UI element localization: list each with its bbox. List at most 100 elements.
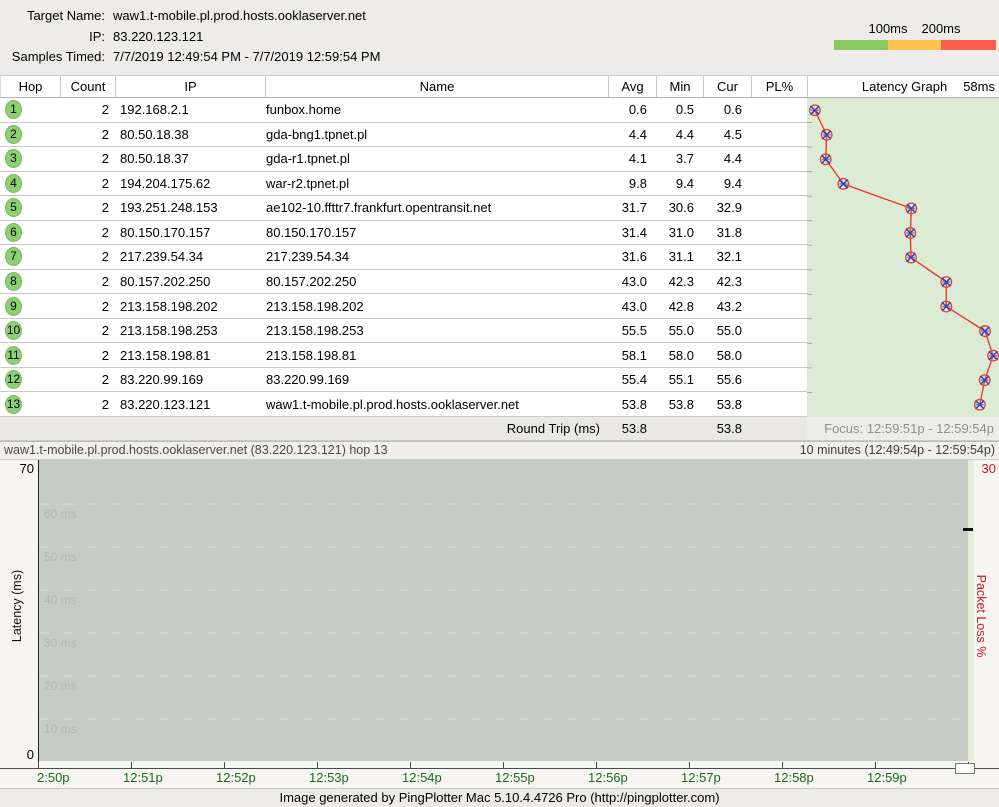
time-tick-label: 12:59p — [867, 770, 907, 785]
hop-row[interactable]: 3280.50.18.37gda-r1.tpnet.pl4.13.74.4 — [0, 147, 807, 172]
time-scroll-thumb[interactable] — [955, 763, 975, 774]
count-cell: 2 — [60, 127, 115, 142]
trace-table-body: 12192.168.2.1funbox.home0.60.50.62280.50… — [0, 98, 807, 417]
column-header-hop: Hop — [0, 76, 60, 97]
time-tick — [131, 762, 132, 768]
column-header-count: Count — [60, 76, 115, 97]
hop-number-badge: 9 — [5, 297, 22, 316]
name-cell: 213.158.198.81 — [265, 348, 608, 363]
avg-cell: 31.6 — [608, 249, 656, 264]
cur-cell: 42.3 — [703, 274, 751, 289]
min-cell: 55.1 — [656, 372, 703, 387]
ip-row: IP: 83.220.123.121 — [0, 29, 203, 45]
cur-cell: 55.6 — [703, 372, 751, 387]
min-cell: 53.8 — [656, 397, 703, 412]
column-header-min: Min — [656, 76, 703, 97]
min-cell: 55.0 — [656, 323, 703, 338]
name-cell: 80.150.170.157 — [265, 225, 608, 240]
cur-cell: 32.9 — [703, 200, 751, 215]
hop-row[interactable]: 112213.158.198.81213.158.198.8158.158.05… — [0, 343, 807, 368]
avg-cell: 43.0 — [608, 299, 656, 314]
hop-row[interactable]: 2280.50.18.38gda-bng1.tpnet.pl4.44.44.5 — [0, 123, 807, 148]
column-header-pl: PL% — [751, 76, 807, 97]
avg-cell: 4.1 — [608, 151, 656, 166]
hop-cell: 10 — [0, 321, 60, 340]
hop-number-badge: 13 — [5, 395, 22, 414]
samples-timed-label: Samples Timed: — [0, 49, 105, 65]
timeline-duration-label: 10 minutes (12:49:54p - 12:59:54p) — [800, 443, 995, 459]
footer-text: Image generated by PingPlotter Mac 5.10.… — [279, 790, 719, 805]
hop-cell: 2 — [0, 125, 60, 144]
focus-range-label: Focus: 12:59:51p - 12:59:54p — [807, 417, 999, 441]
count-cell: 2 — [60, 299, 115, 314]
min-cell: 31.1 — [656, 249, 703, 264]
latency-graph-panel — [807, 98, 999, 417]
summary-header: Target Name: waw1.t-mobile.pl.prod.hosts… — [0, 0, 999, 75]
min-cell: 58.0 — [656, 348, 703, 363]
grid-label-50ms: 50 ms — [44, 550, 77, 564]
hop-row[interactable]: 6280.150.170.15780.150.170.15731.431.031… — [0, 221, 807, 246]
ip-cell: 80.157.202.250 — [115, 274, 265, 289]
hop-cell: 8 — [0, 272, 60, 291]
hop-number-badge: 11 — [5, 346, 22, 365]
time-tick — [317, 762, 318, 768]
latency-graph-title: Latency Graph — [862, 76, 947, 97]
round-trip-row: Round Trip (ms) 53.8 53.8 — [0, 417, 807, 441]
round-trip-label: Round Trip (ms) — [265, 421, 608, 436]
grid-label-10ms: 10 ms — [44, 722, 77, 736]
hop-row[interactable]: 13283.220.123.121waw1.t-mobile.pl.prod.h… — [0, 392, 807, 417]
min-cell: 4.4 — [656, 127, 703, 142]
name-cell: funbox.home — [265, 102, 608, 117]
hop-row[interactable]: 42194.204.175.62war-r2.tpnet.pl9.89.49.4 — [0, 172, 807, 197]
hop-number-badge: 10 — [5, 321, 22, 340]
latency-trace-line — [815, 110, 993, 404]
ip-cell: 213.158.198.202 — [115, 299, 265, 314]
hop-number-badge: 2 — [5, 125, 22, 144]
time-tick — [596, 762, 597, 768]
name-cell: gda-r1.tpnet.pl — [265, 151, 608, 166]
hop-row[interactable]: 12192.168.2.1funbox.home0.60.50.6 — [0, 98, 807, 123]
min-cell: 31.0 — [656, 225, 703, 240]
time-tick-label: 12:55p — [495, 770, 535, 785]
latency-scale-max-label: 58ms — [963, 76, 995, 97]
hop-cell: 13 — [0, 395, 60, 414]
ip-cell: 194.204.175.62 — [115, 176, 265, 191]
round-trip-cur: 53.8 — [703, 421, 751, 436]
hop-number-badge: 1 — [5, 100, 22, 119]
name-cell: war-r2.tpnet.pl — [265, 176, 608, 191]
time-tick-label: 12:56p — [588, 770, 628, 785]
ip-cell: 83.220.99.169 — [115, 372, 265, 387]
count-cell: 2 — [60, 397, 115, 412]
grid-label-40ms: 40 ms — [44, 593, 77, 607]
name-cell: 83.220.99.169 — [265, 372, 608, 387]
time-tick — [38, 762, 39, 768]
ip-cell: 80.50.18.37 — [115, 151, 265, 166]
min-cell: 0.5 — [656, 102, 703, 117]
hop-row[interactable]: 92213.158.198.202213.158.198.20243.042.8… — [0, 294, 807, 319]
hop-latency-trace-chart — [807, 98, 999, 417]
hop-row[interactable]: 12283.220.99.16983.220.99.16955.455.155.… — [0, 368, 807, 393]
avg-cell: 4.4 — [608, 127, 656, 142]
ip-cell: 213.158.198.81 — [115, 348, 265, 363]
hop-row[interactable]: 72217.239.54.34217.239.54.3431.631.132.1 — [0, 245, 807, 270]
latency-scale-legend-bar — [834, 40, 996, 50]
samples-timed-row: Samples Timed: 7/7/2019 12:49:54 PM - 7/… — [0, 49, 380, 65]
time-tick — [689, 762, 690, 768]
column-header-cur: Cur — [703, 76, 751, 97]
packet-loss-max-label: 30 — [976, 461, 996, 476]
target-name-label: Target Name: — [0, 8, 105, 24]
y-axis-title: Latency (ms) — [10, 551, 26, 661]
timeline-chart: 10 ms20 ms30 ms40 ms50 ms60 ms 70 0 Late… — [0, 460, 999, 788]
avg-cell: 53.8 — [608, 397, 656, 412]
grid-label-60ms: 60 ms — [44, 507, 77, 521]
gridline-40ms — [39, 589, 965, 591]
avg-cell: 43.0 — [608, 274, 656, 289]
hop-row[interactable]: 102213.158.198.253213.158.198.25355.555.… — [0, 319, 807, 344]
hop-row[interactable]: 8280.157.202.25080.157.202.25043.042.342… — [0, 270, 807, 295]
cur-cell: 4.4 — [703, 151, 751, 166]
column-header-avg: Avg — [608, 76, 656, 97]
y-axis-max-label: 70 — [12, 461, 34, 476]
avg-cell: 0.6 — [608, 102, 656, 117]
legend-yellow-segment — [888, 40, 941, 50]
hop-row[interactable]: 52193.251.248.153ae102-10.ffttr7.frankfu… — [0, 196, 807, 221]
